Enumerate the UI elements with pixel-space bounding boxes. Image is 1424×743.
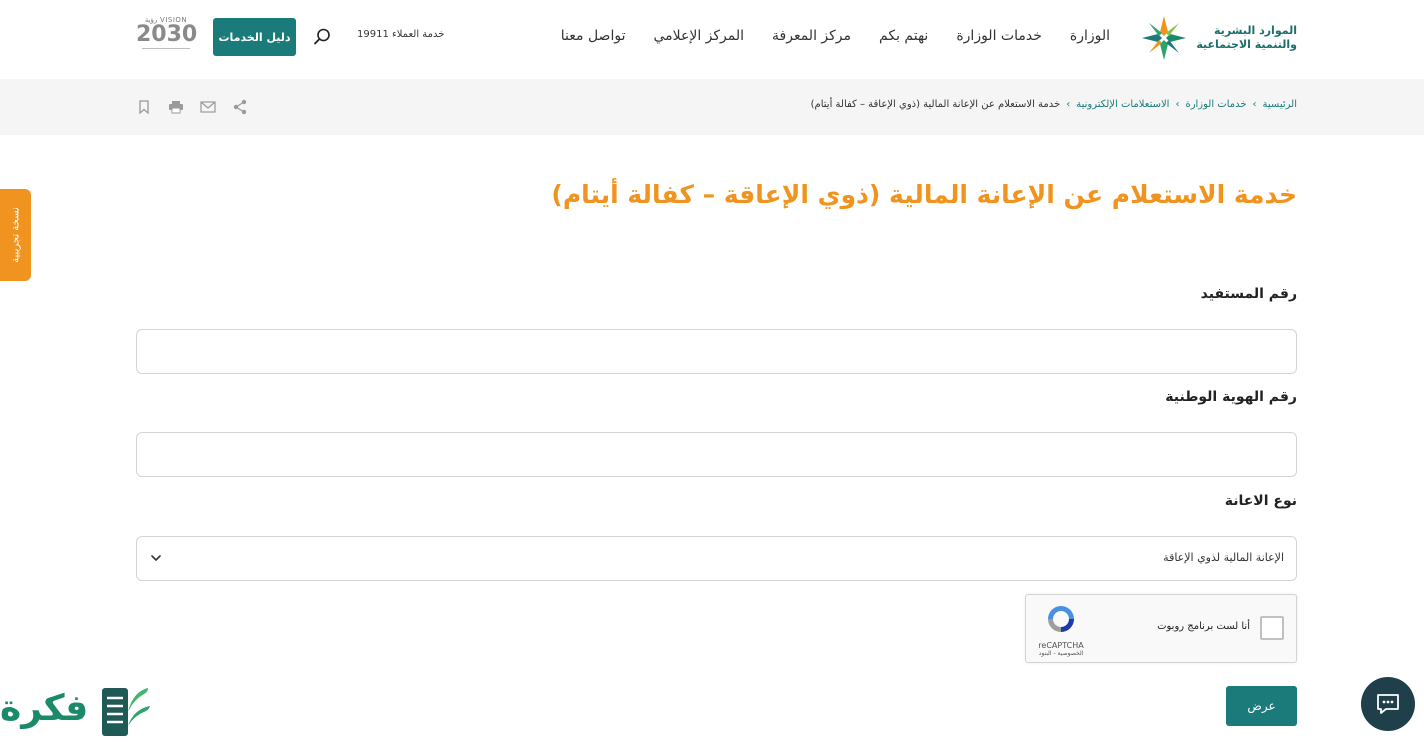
recaptcha-label: أنا لست برنامج روبوت <box>1157 621 1250 632</box>
mail-icon[interactable] <box>200 99 216 115</box>
bookmark-icon[interactable] <box>136 99 152 115</box>
aid-type-selected-value: الإعانة المالية لذوي الإعاقة <box>1163 551 1284 564</box>
ministry-logo[interactable]: الموارد البشرية والتنمية الاجتماعية <box>1127 14 1297 62</box>
breadcrumb: الرئيسية › خدمات الوزارة › الاستعلامات ا… <box>811 99 1297 110</box>
chevron-left-icon: › <box>1252 99 1257 110</box>
national-id-input[interactable] <box>136 432 1297 477</box>
vision-2030-logo: VISION رؤية 2030 <box>136 16 198 58</box>
nav-ministry-services[interactable]: خدمات الوزارة <box>942 28 1056 44</box>
chat-button[interactable] <box>1361 677 1415 731</box>
book-leaf-icon <box>102 688 150 736</box>
breadcrumb-bar: الرئيسية › خدمات الوزارة › الاستعلامات ا… <box>0 79 1424 135</box>
recaptcha-icon <box>1048 606 1074 632</box>
main-nav: الوزارة خدمات الوزارة نهتم بكم مركز المع… <box>547 0 1124 72</box>
recaptcha-checkbox[interactable] <box>1260 616 1284 640</box>
chevron-left-icon: › <box>1175 99 1180 110</box>
page-tools <box>136 99 248 115</box>
aid-type-label: نوع الاعانة <box>1224 493 1297 509</box>
national-id-label: رقم الهوية الوطنية <box>1165 389 1297 405</box>
recaptcha-logo: reCAPTCHA الخصوصية - البنود <box>1036 603 1086 657</box>
breadcrumb-e-inquiries[interactable]: الاستعلامات الإلكترونية <box>1076 99 1169 110</box>
breadcrumb-ministry-services[interactable]: خدمات الوزارة <box>1185 99 1246 110</box>
print-icon[interactable] <box>168 99 184 115</box>
ministry-star-icon <box>1142 16 1187 60</box>
watermark-logo: فكرة <box>0 682 152 743</box>
nav-we-care[interactable]: نهتم بكم <box>865 28 942 44</box>
watermark-text: فكرة <box>0 688 89 729</box>
logo-line2: والتنمية الاجتماعية <box>1196 38 1297 51</box>
nav-media-center[interactable]: المركز الإعلامي <box>639 28 758 44</box>
site-header: الموارد البشرية والتنمية الاجتماعية الوز… <box>0 0 1424 79</box>
beta-version-label: نسخة تجريبية <box>10 207 21 263</box>
vision-year: 2030 <box>136 22 198 47</box>
recaptcha-links[interactable]: الخصوصية - البنود <box>1036 650 1086 657</box>
nav-contact-us[interactable]: تواصل معنا <box>547 28 640 44</box>
submit-button[interactable]: عرض <box>1226 686 1297 726</box>
breadcrumb-home[interactable]: الرئيسية <box>1263 99 1297 110</box>
recaptcha-widget: أنا لست برنامج روبوت reCAPTCHA الخصوصية … <box>1025 594 1297 663</box>
beneficiary-number-input[interactable] <box>136 329 1297 374</box>
aid-type-select[interactable]: الإعانة المالية لذوي الإعاقة <box>136 536 1297 581</box>
search-icon[interactable] <box>312 27 332 47</box>
beta-version-tab[interactable]: نسخة تجريبية <box>0 189 31 281</box>
share-icon[interactable] <box>232 99 248 115</box>
recaptcha-brand: reCAPTCHA <box>1038 641 1084 650</box>
page-title: خدمة الاستعلام عن الإعانة المالية (ذوي ا… <box>551 180 1297 209</box>
beneficiary-number-label: رقم المستفيد <box>1200 286 1297 302</box>
chat-icon <box>1377 694 1399 714</box>
breadcrumb-current: خدمة الاستعلام عن الإعانة المالية (ذوي ا… <box>810 99 1061 110</box>
nav-ministry[interactable]: الوزارة <box>1056 28 1124 44</box>
logo-text: الموارد البشرية والتنمية الاجتماعية <box>1196 24 1297 52</box>
nav-knowledge-center[interactable]: مركز المعرفة <box>758 28 865 44</box>
customer-service-number[interactable]: خدمة العملاء 19911 <box>357 29 444 40</box>
chevron-down-icon <box>151 555 161 561</box>
services-guide-button[interactable]: دليل الخدمات <box>213 18 296 56</box>
chevron-left-icon: › <box>1066 99 1071 110</box>
logo-line1: الموارد البشرية <box>1214 24 1297 37</box>
